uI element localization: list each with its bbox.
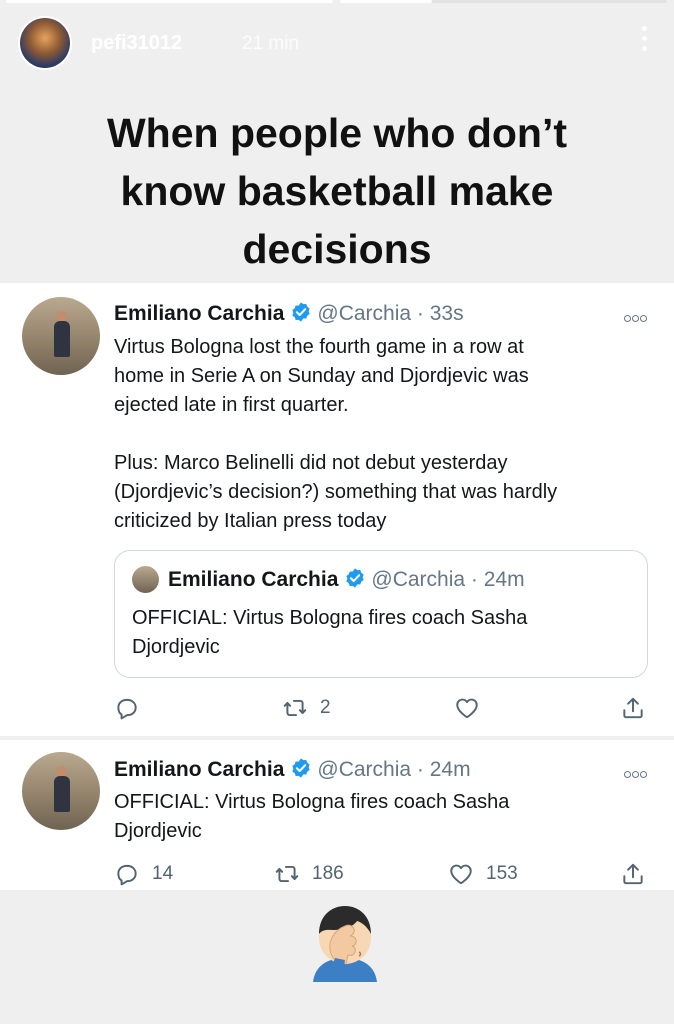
quoted-text-line: OFFICIAL: Virtus Bologna fires coach Sas…: [132, 607, 528, 629]
tweet-more-icon[interactable]: [624, 765, 650, 778]
reply-button[interactable]: 14: [114, 859, 173, 889]
story-avatar[interactable]: [20, 18, 70, 68]
tweet-text-line: OFFICIAL: Virtus Bologna fires coach Sas…: [114, 791, 510, 813]
tweet-card-2[interactable]: Emiliano Carchia @Carchia · 24m OFFICIAL:…: [0, 740, 674, 890]
tweet-handle[interactable]: @Carchia: [317, 758, 411, 781]
retweet-icon: [283, 699, 307, 717]
tweet-time: · 33s: [416, 302, 464, 325]
retweet-count: 186: [312, 863, 344, 884]
tweet-text-line: criticized by Italian press today: [114, 510, 387, 532]
share-button[interactable]: [620, 693, 646, 723]
retweet-count: 2: [320, 697, 331, 718]
tweet-time: · 24m: [416, 758, 471, 781]
verified-badge-icon: [346, 568, 365, 588]
tweet-header: Emiliano Carchia @Carchia · 33s: [114, 301, 464, 326]
share-button[interactable]: [620, 859, 646, 889]
tweet-author-name[interactable]: Emiliano Carchia: [114, 758, 284, 781]
tweet-actions: 2: [114, 693, 654, 723]
quoted-tweet-header: Emiliano Carchia @Carchia · 24m: [168, 567, 525, 592]
tweet-text-line: Virtus Bologna lost the fourth game in a…: [114, 336, 524, 358]
quoted-author-name: Emiliano Carchia: [168, 568, 339, 591]
reply-icon: [117, 864, 137, 886]
share-icon: [623, 863, 643, 885]
tweet-avatar[interactable]: [22, 297, 100, 375]
quoted-time: · 24m: [470, 568, 525, 591]
tweet-card-1[interactable]: Emiliano Carchia @Carchia · 33s Virtus Bo…: [0, 283, 674, 736]
retweet-button[interactable]: 2: [282, 693, 331, 723]
tweet-text: Virtus Bologna lost the fourth game in a…: [114, 333, 654, 536]
story-progress-segment-1: [6, 0, 333, 3]
share-icon: [623, 697, 643, 719]
tweet-author-name[interactable]: Emiliano Carchia: [114, 302, 284, 325]
like-count: 153: [486, 863, 518, 884]
story-header: pefi31012 21 min: [20, 18, 654, 68]
quoted-tweet-text: OFFICIAL: Virtus Bologna fires coach Sas…: [132, 604, 632, 662]
story-username[interactable]: pefi31012: [91, 32, 182, 55]
quoted-tweet-avatar: [132, 566, 159, 593]
heart-icon: [456, 698, 478, 719]
reply-count: 14: [152, 863, 174, 884]
caption-line-2: know basketball make: [120, 168, 554, 214]
tweet-text-line: ejected late in first quarter.: [114, 394, 349, 416]
quoted-handle: @Carchia: [371, 568, 466, 591]
tweet-avatar[interactable]: [22, 752, 100, 830]
verified-badge-icon: [292, 302, 311, 322]
heart-icon: [450, 864, 472, 885]
caption-line-3: decisions: [242, 226, 432, 272]
tweet-text-line: Djordjevic: [114, 820, 202, 842]
like-button[interactable]: 153: [448, 859, 518, 889]
story-progress-segment-2: [340, 0, 667, 3]
caption-line-1: When people who don’t: [106, 110, 568, 156]
retweet-button[interactable]: 186: [274, 859, 344, 889]
facepalm-emoji-icon[interactable]: [305, 898, 385, 982]
like-button[interactable]: [454, 693, 492, 723]
quoted-text-line: Djordjevic: [132, 636, 220, 658]
tweet-handle[interactable]: @Carchia: [317, 302, 411, 325]
tweet-text: OFFICIAL: Virtus Bologna fires coach Sas…: [114, 788, 654, 846]
tweet-text-line: (Djordjevic’s decision?) something that …: [114, 481, 558, 503]
story-timestamp: 21 min: [242, 33, 300, 54]
tweet-more-icon[interactable]: [624, 309, 650, 322]
tweet-header: Emiliano Carchia @Carchia · 24m: [114, 757, 471, 782]
retweet-icon: [275, 865, 299, 883]
reply-button[interactable]: [114, 693, 152, 723]
more-options-icon[interactable]: [642, 26, 648, 56]
tweet-text-line: Plus: Marco Belinelli did not debut yest…: [114, 452, 508, 474]
tweet-text-line: home in Serie A on Sunday and Djordjevic…: [114, 365, 529, 387]
quoted-tweet[interactable]: Emiliano Carchia @Carchia · 24m OFFICIAL:…: [114, 550, 648, 678]
verified-badge-icon: [292, 758, 311, 778]
story-caption: When people who don’t know basketball ma…: [0, 104, 674, 278]
tweet-actions: 14 186 153: [114, 859, 654, 889]
story-progress-bar: [0, 0, 674, 3]
reply-icon: [117, 698, 137, 720]
